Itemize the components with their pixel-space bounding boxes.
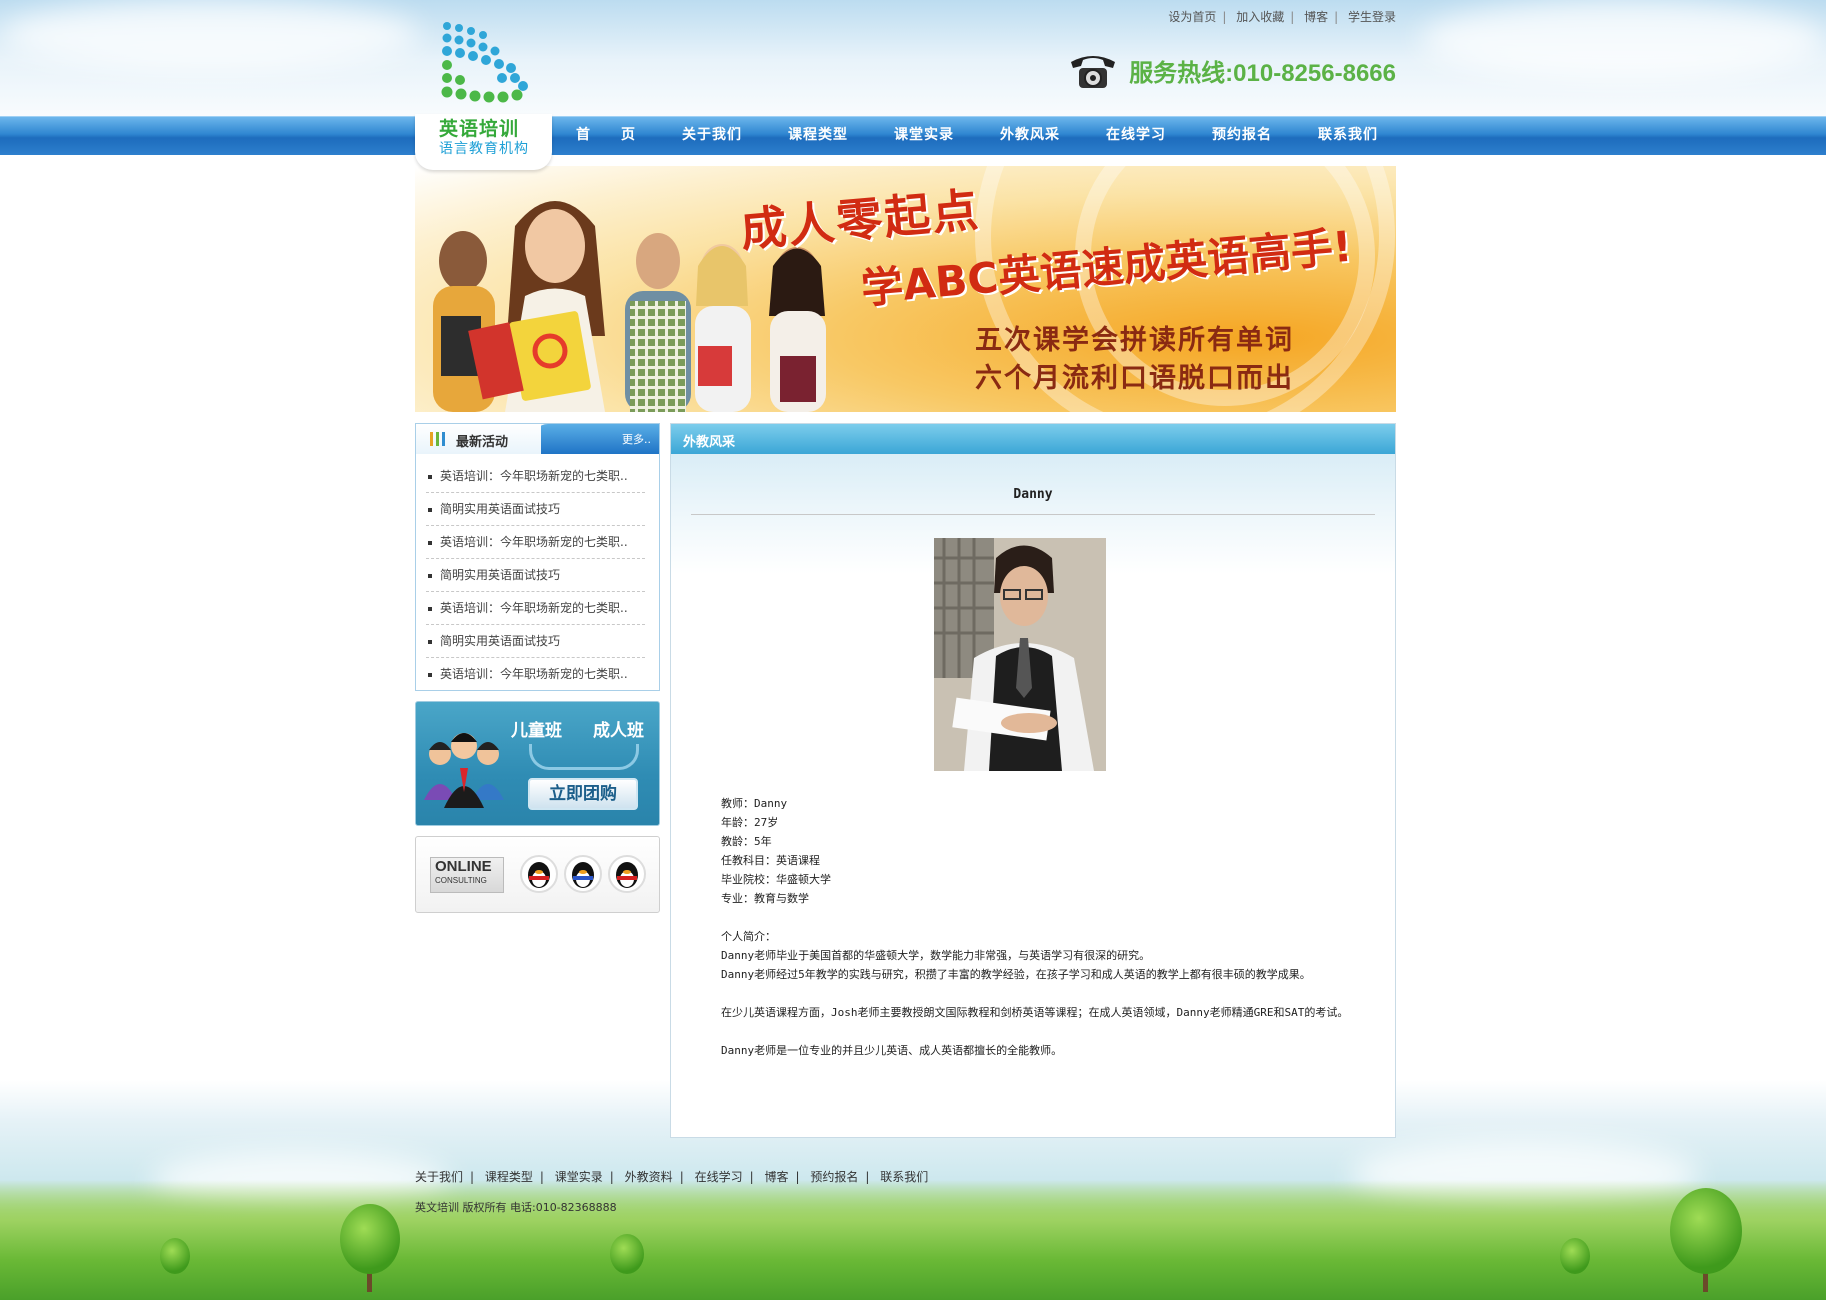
footer-link-blog[interactable]: 博客 bbox=[764, 1170, 788, 1184]
nav-home[interactable]: 首 页 bbox=[553, 116, 659, 155]
teacher-detail: 专业：教育与数学 bbox=[721, 892, 809, 905]
bars-icon bbox=[430, 432, 445, 446]
nav-registration[interactable]: 预约报名 bbox=[1189, 116, 1295, 155]
footer-link-registration[interactable]: 预约报名 bbox=[810, 1170, 858, 1184]
qq-penguin-icon[interactable] bbox=[608, 855, 646, 893]
online-consulting-box: ONLINE CONSULTING bbox=[415, 836, 660, 913]
more-link[interactable]: 更多.. bbox=[622, 431, 651, 447]
online-consulting-label: ONLINE CONSULTING bbox=[430, 857, 504, 893]
copyright: 英文培训 版权所有 电话:010-82368888 bbox=[415, 1201, 617, 1214]
list-item[interactable]: 英语培训：今年职场新宠的七类职.. bbox=[426, 592, 645, 625]
brace-decoration bbox=[529, 744, 639, 770]
teacher-detail: 教龄：5年 bbox=[721, 835, 772, 848]
intro-paragraph: Danny老师经过5年教学的实践与研究，积攒了丰富的教学经验，在孩子学习和成人英… bbox=[721, 968, 1311, 981]
teacher-detail: 毕业院校：华盛顿大学 bbox=[721, 873, 831, 886]
banner-line-1: 五次课学会拼读所有单词 bbox=[975, 325, 1294, 356]
hotline-number: 服务热线:010-8256-8666 bbox=[1129, 59, 1396, 87]
title-divider bbox=[691, 514, 1375, 515]
list-item[interactable]: 简明实用英语面试技巧 bbox=[426, 559, 645, 592]
consulting-text: CONSULTING bbox=[435, 876, 487, 885]
hero-banner[interactable]: 成人零起点 学ABC英语速成英语高手! 五次课学会拼读所有单词 六个月流利口语脱… bbox=[415, 166, 1396, 412]
kids-class-label[interactable]: 儿童班 bbox=[511, 716, 562, 741]
latest-activities-header: 最新活动 更多.. bbox=[416, 424, 659, 454]
nav-foreign-teachers[interactable]: 外教风采 bbox=[977, 116, 1083, 155]
main-nav: 首 页 关于我们 课程类型 课堂实录 外教风采 在线学习 预约报名 联系我们 bbox=[553, 116, 1401, 155]
logo-subtitle: 语言教育机构 bbox=[439, 141, 529, 157]
teacher-info: 教师：Danny 年龄：27岁 教龄：5年 任教科目：英语课程 毕业院校：华盛顿… bbox=[721, 794, 1361, 1060]
footer-link-teacher-info[interactable]: 外教资料 bbox=[625, 1170, 673, 1184]
section-header: 外教风采 bbox=[671, 424, 1395, 454]
latest-activities-box: 最新活动 更多.. 英语培训：今年职场新宠的七类职.. 简明实用英语面试技巧 英… bbox=[415, 423, 660, 691]
footer-link-about[interactable]: 关于我们 bbox=[415, 1170, 463, 1184]
left-sidebar: 最新活动 更多.. 英语培训：今年职场新宠的七类职.. 简明实用英语面试技巧 英… bbox=[415, 423, 660, 913]
qq-penguin-icon[interactable] bbox=[520, 855, 558, 893]
teacher-detail: 年龄：27岁 bbox=[721, 816, 779, 829]
footer-link-course-types[interactable]: 课程类型 bbox=[485, 1170, 533, 1184]
add-favorite-link[interactable]: 加入收藏 bbox=[1236, 10, 1284, 24]
tree-icon bbox=[160, 1238, 190, 1274]
telephone-icon bbox=[1067, 50, 1119, 90]
latest-activities-title: 最新活动 bbox=[456, 435, 509, 450]
footer-link-online-learning[interactable]: 在线学习 bbox=[695, 1170, 743, 1184]
list-item[interactable]: 简明实用英语面试技巧 bbox=[426, 625, 645, 658]
summary-paragraph: Danny老师是一位专业的并且少儿英语、成人英语都擅长的全能教师。 bbox=[721, 1044, 1063, 1057]
news-list: 英语培训：今年职场新宠的七类职.. 简明实用英语面试技巧 英语培训：今年职场新宠… bbox=[416, 454, 659, 691]
footer-link-contact[interactable]: 联系我们 bbox=[880, 1170, 928, 1184]
nav-classroom-records[interactable]: 课堂实录 bbox=[871, 116, 977, 155]
tree-icon bbox=[1560, 1238, 1590, 1274]
sky-cloud bbox=[1420, 0, 1826, 80]
teacher-detail: 任教科目：英语课程 bbox=[721, 854, 820, 867]
top-links: 设为首页 | 加入收藏 | 博客 | 学生登录 bbox=[1168, 10, 1396, 24]
teacher-profile-panel: 外教风采 Danny 教师：Danny 年龄：27岁 教龄：5年 任教科目：英语… bbox=[670, 423, 1396, 1138]
adult-class-label[interactable]: 成人班 bbox=[593, 716, 644, 741]
banner-line-2: 六个月流利口语脱口而出 bbox=[975, 363, 1294, 394]
nav-about[interactable]: 关于我们 bbox=[659, 116, 765, 155]
hotline: 服务热线:010-8256-8666 bbox=[1067, 50, 1396, 90]
nav-course-types[interactable]: 课程类型 bbox=[765, 116, 871, 155]
logo-dots-icon bbox=[441, 22, 528, 103]
intro-paragraph: Danny老师毕业于美国首都的华盛顿大学，数学能力非常强，与英语学习有很深的研究… bbox=[721, 949, 1151, 962]
nav-contact[interactable]: 联系我们 bbox=[1295, 116, 1401, 155]
teacher-name: Danny bbox=[1013, 487, 1053, 502]
list-item[interactable]: 英语培训：今年职场新宠的七类职.. bbox=[426, 460, 645, 493]
section-title: 外教风采 bbox=[683, 435, 736, 450]
site-logo[interactable]: 英语培训 语言教育机构 bbox=[415, 14, 552, 170]
online-text: ONLINE bbox=[435, 858, 492, 875]
class-promo-box: 儿童班 成人班 立即团购 bbox=[415, 701, 660, 826]
footer: 关于我们 | 课程类型 | 课堂实录 | 外教资料 | 在线学习 | 博客 | 预约报名 | … bbox=[415, 1168, 928, 1215]
group-buy-button[interactable]: 立即团购 bbox=[528, 778, 638, 810]
people-icon bbox=[424, 733, 504, 808]
list-item[interactable]: 英语培训：今年职场新宠的七类职.. bbox=[426, 526, 645, 559]
list-item[interactable]: 英语培训：今年职场新宠的七类职.. bbox=[426, 658, 645, 691]
teacher-photo bbox=[934, 538, 1106, 771]
footer-links: 关于我们 | 课程类型 | 课堂实录 | 外教资料 | 在线学习 | 博客 | 预约报名 | … bbox=[415, 1170, 929, 1184]
logo-title: 英语培训 bbox=[439, 118, 520, 140]
page-container: 设为首页 | 加入收藏 | 博客 | 学生登录 服务热线:010-8256-8666 bbox=[415, 0, 1396, 1300]
set-homepage-link[interactable]: 设为首页 bbox=[1168, 10, 1216, 24]
tree-icon bbox=[340, 1204, 400, 1274]
tree-icon bbox=[1670, 1188, 1742, 1274]
teacher-detail: 教师：Danny bbox=[721, 797, 788, 810]
intro-label: 个人简介： bbox=[721, 930, 776, 943]
footer-link-classroom[interactable]: 课堂实录 bbox=[555, 1170, 603, 1184]
student-login-link[interactable]: 学生登录 bbox=[1348, 10, 1396, 24]
list-item[interactable]: 简明实用英语面试技巧 bbox=[426, 493, 645, 526]
sky-cloud bbox=[0, 0, 420, 70]
blog-link[interactable]: 博客 bbox=[1304, 10, 1328, 24]
curriculum-paragraph: 在少儿英语课程方面，Josh老师主要教授朗文国际教程和剑桥英语等课程；在成人英语… bbox=[721, 1006, 1349, 1019]
nav-online-learning[interactable]: 在线学习 bbox=[1083, 116, 1189, 155]
qq-penguin-icon[interactable] bbox=[564, 855, 602, 893]
